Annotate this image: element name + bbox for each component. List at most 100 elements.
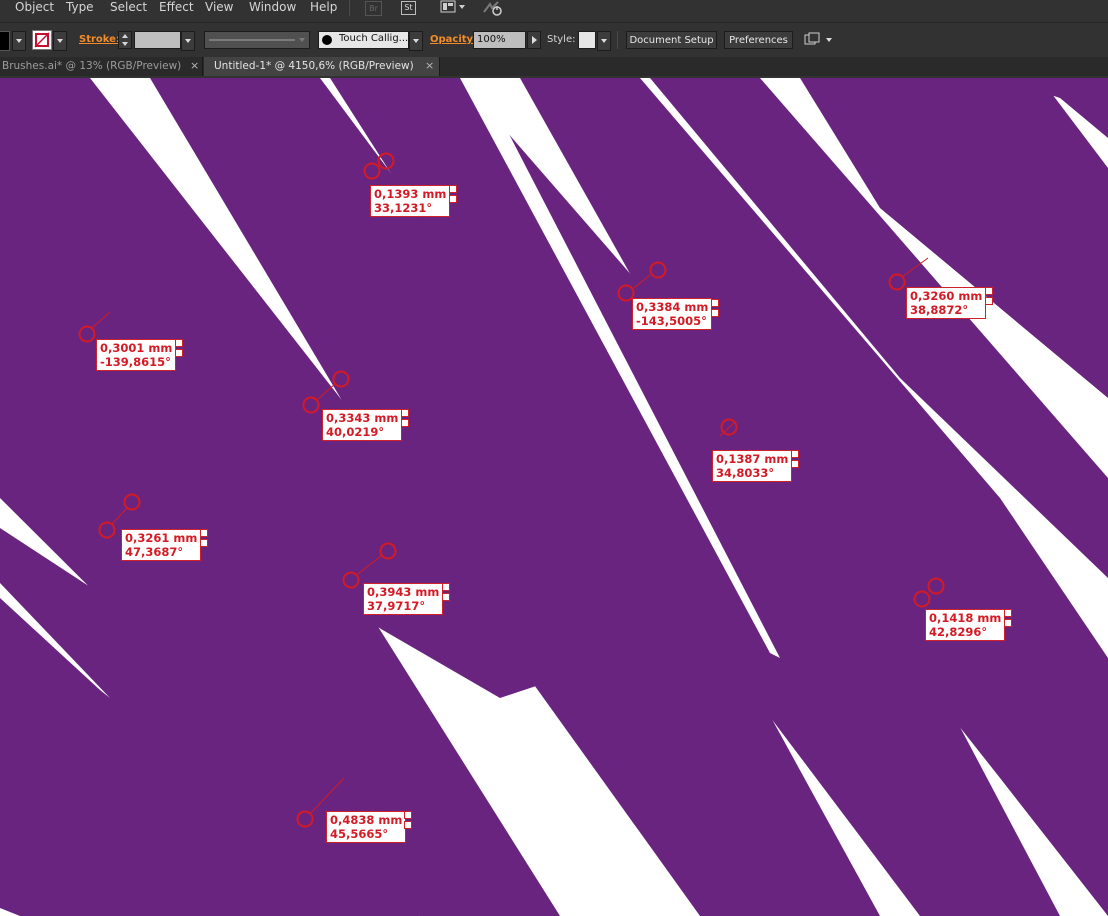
menu-object[interactable]: Object — [13, 0, 56, 21]
measurement-width: 0,1418 mm — [929, 611, 1002, 625]
fill-dropdown[interactable] — [12, 31, 26, 51]
measurement-label: 0,1393 mm 33,1231° — [370, 185, 451, 217]
stock-icon[interactable]: St — [401, 1, 416, 15]
close-icon[interactable] — [175, 339, 183, 347]
pin-icon[interactable] — [985, 297, 993, 305]
close-icon[interactable]: × — [425, 57, 434, 75]
menu-type[interactable]: Type — [64, 0, 96, 21]
pin-icon[interactable] — [791, 460, 799, 468]
close-icon[interactable] — [791, 450, 799, 458]
artboard-canvas[interactable]: 0,1393 mm 33,1231° 0,3001 mm -139,8615° … — [0, 78, 1108, 916]
measurement-label: 0,3260 mm 38,8872° — [906, 287, 987, 319]
pin-icon[interactable] — [1004, 619, 1012, 627]
measurement-width: 0,3943 mm — [367, 585, 440, 599]
pin-icon[interactable] — [449, 195, 457, 203]
measurement-width: 0,1393 mm — [374, 187, 447, 201]
close-icon[interactable]: × — [190, 57, 199, 75]
menu-divider — [349, 0, 350, 16]
tab-untitled-1[interactable]: Untitled-1* @ 4150,6% (RGB/Preview) × — [204, 57, 440, 76]
measurement-label: 0,3343 mm 40,0219° — [322, 409, 403, 441]
workspace-layout-icon[interactable] — [440, 0, 468, 16]
stroke-swatch[interactable] — [32, 30, 52, 50]
menu-window[interactable]: Window — [247, 0, 298, 21]
measurement-width: 0,4838 mm — [330, 813, 403, 827]
measurement-angle: 38,8872° — [910, 303, 969, 317]
close-icon[interactable] — [711, 299, 719, 307]
arrange-documents-icon[interactable] — [803, 31, 837, 49]
fill-swatch[interactable] — [0, 31, 10, 51]
measurement-angle: 47,3687° — [125, 545, 184, 559]
tab-title: Untitled-1* @ 4150,6% (RGB/Preview) — [214, 60, 414, 72]
close-icon[interactable] — [1004, 609, 1012, 617]
pin-icon[interactable] — [442, 593, 450, 601]
pin-icon[interactable] — [401, 419, 409, 427]
measurement-angle: 33,1231° — [374, 201, 433, 215]
measurement-width: 0,1387 mm — [716, 452, 789, 466]
close-icon[interactable] — [985, 287, 993, 295]
menu-effect[interactable]: Effect — [157, 0, 196, 21]
measurement-width: 0,3343 mm — [326, 411, 399, 425]
close-icon[interactable] — [200, 529, 208, 537]
graphic-style-dropdown[interactable] — [597, 31, 611, 51]
brush-tip-icon — [322, 35, 332, 45]
opacity-label[interactable]: Opacity: — [430, 34, 477, 45]
control-bar: Stroke: Touch Callig... Opacity: 100% St… — [0, 22, 1108, 57]
measurement-width: 0,3001 mm — [100, 341, 173, 355]
measurement-label: 0,4838 mm 45,5665° — [326, 811, 407, 843]
measurement-controls — [711, 299, 720, 319]
gpu-performance-icon[interactable] — [482, 0, 506, 16]
bridge-icon[interactable]: Br — [365, 1, 382, 16]
opacity-value: 100% — [477, 34, 506, 45]
measurement-markers — [78, 152, 945, 828]
measurement-label: 0,3943 mm 37,9717° — [363, 583, 444, 615]
control-divider — [617, 31, 618, 49]
variable-width-profile[interactable] — [204, 31, 310, 49]
pin-icon[interactable] — [175, 349, 183, 357]
measurement-width: 0,3261 mm — [125, 531, 198, 545]
measurement-width: 0,3384 mm — [636, 300, 709, 314]
opacity-input[interactable]: 100% — [473, 31, 526, 49]
close-icon[interactable] — [401, 409, 409, 417]
document-setup-button[interactable]: Document Setup — [626, 31, 717, 49]
pin-icon[interactable] — [404, 821, 412, 829]
stroke-label[interactable]: Stroke: — [79, 34, 120, 45]
measurement-controls — [1004, 609, 1013, 629]
style-label: Style: — [547, 34, 576, 45]
measurement-angle: 37,9717° — [367, 599, 426, 613]
stroke-weight-input[interactable] — [134, 31, 181, 49]
measurement-angle: 34,8033° — [716, 466, 775, 480]
stroke-weight-stepper[interactable] — [118, 31, 132, 49]
brush-definition[interactable]: Touch Callig... — [318, 31, 409, 49]
tab-brushes[interactable]: Brushes.ai* @ 13% (RGB/Preview) × — [0, 57, 203, 76]
measurement-controls — [404, 811, 413, 831]
menu-select[interactable]: Select — [108, 0, 149, 21]
stroke-swatch-dropdown[interactable] — [53, 31, 67, 51]
tab-title: Brushes.ai* @ 13% (RGB/Preview) — [2, 60, 182, 72]
measurement-controls — [401, 409, 410, 429]
graphic-style-swatch[interactable] — [578, 31, 596, 49]
menu-view[interactable]: View — [203, 0, 235, 21]
measurement-controls — [791, 450, 800, 470]
pin-icon[interactable] — [200, 539, 208, 547]
document-tab-bar: Brushes.ai* @ 13% (RGB/Preview) × Untitl… — [0, 57, 1108, 76]
menu-bar: Object Type Select Effect View Window He… — [0, 0, 1108, 21]
measurement-angle: -139,8615° — [100, 355, 171, 369]
measurement-controls — [175, 339, 184, 359]
measurement-angle: 42,8296° — [929, 625, 988, 639]
menu-help[interactable]: Help — [308, 0, 339, 21]
close-icon[interactable] — [449, 185, 457, 193]
measurement-angle: 40,0219° — [326, 425, 385, 439]
measurement-label: 0,3384 mm -143,5005° — [632, 298, 713, 330]
measurement-controls — [985, 287, 994, 307]
stroke-weight-dropdown[interactable] — [181, 31, 195, 51]
opacity-slider-toggle[interactable] — [527, 31, 541, 49]
preferences-button[interactable]: Preferences — [724, 31, 793, 49]
measurement-controls — [449, 185, 458, 205]
close-icon[interactable] — [442, 583, 450, 591]
close-icon[interactable] — [404, 811, 412, 819]
measurement-angle: 45,5665° — [330, 827, 389, 841]
brush-name: Touch Callig... — [339, 33, 409, 44]
measurement-label: 0,1387 mm 34,8033° — [712, 450, 793, 482]
brush-dropdown[interactable] — [409, 31, 423, 51]
pin-icon[interactable] — [711, 309, 719, 317]
